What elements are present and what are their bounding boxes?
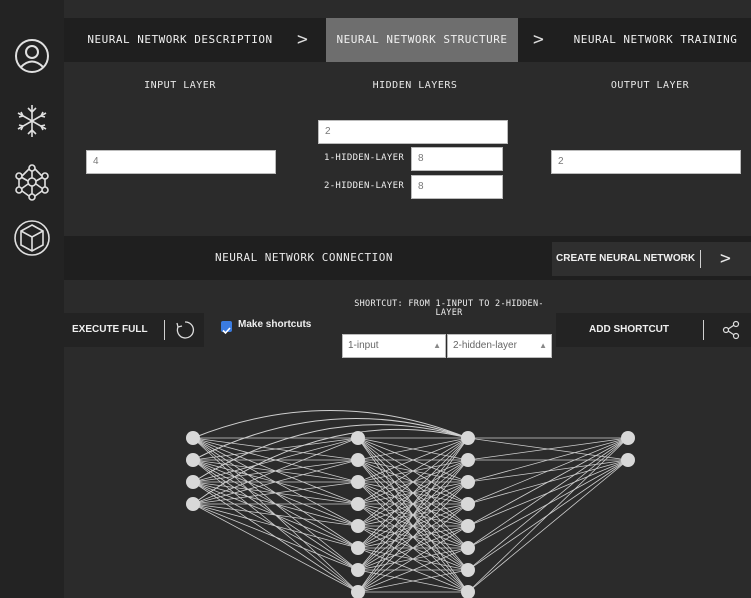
make-shortcuts-checkbox[interactable] (221, 321, 232, 335)
edge (192, 503, 359, 593)
shortcut-edge (192, 418, 469, 461)
create-network-button[interactable]: CREATE NEURAL NETWORK > (552, 242, 751, 276)
node (186, 475, 200, 489)
hidden-layer-count-field[interactable]: 2 (318, 120, 508, 144)
snowflake-icon[interactable] (12, 101, 52, 141)
hidden-layers-header: HIDDEN LAYERS (372, 80, 458, 91)
step-description[interactable]: NEURAL NETWORK DESCRIPTION (64, 18, 296, 62)
shortcut-to-select[interactable]: 2-hidden-layer ▲ (447, 334, 552, 358)
edge (467, 437, 629, 527)
create-divider (700, 250, 701, 268)
edge (467, 437, 629, 549)
execute-full-button[interactable]: EXECUTE FULL (64, 313, 204, 347)
node (621, 431, 635, 445)
shortcut-from-value: 1-input (348, 340, 379, 351)
step-arrow-1: > (297, 29, 308, 50)
node (351, 453, 365, 467)
hidden2-size-field[interactable]: 8 (411, 175, 503, 199)
node (351, 475, 365, 489)
edge (192, 503, 359, 571)
input-layer-header: INPUT LAYER (144, 80, 216, 91)
edge (467, 437, 629, 505)
user-icon[interactable] (12, 36, 52, 76)
node (351, 563, 365, 577)
select-arrows-icon: ▲ (433, 341, 441, 350)
connection-bar: NEURAL NETWORK CONNECTION CREATE NEURAL … (64, 236, 751, 280)
node (461, 541, 475, 555)
node (186, 453, 200, 467)
shortcut-from-select[interactable]: 1-input ▲ (342, 334, 446, 358)
node (351, 519, 365, 533)
step-navigation: NEURAL NETWORK DESCRIPTION > NEURAL NETW… (64, 18, 751, 62)
node (461, 497, 475, 511)
execute-divider (164, 320, 165, 340)
network-diagram (186, 410, 635, 598)
node (461, 519, 475, 533)
node (351, 497, 365, 511)
shortcut-edge (192, 410, 469, 439)
hidden1-size-field[interactable]: 8 (411, 147, 503, 171)
check-icon (222, 327, 231, 335)
share-icon (722, 320, 740, 340)
node (621, 453, 635, 467)
refresh-icon (176, 321, 195, 339)
hidden1-label: 1-HIDDEN-LAYER (324, 153, 405, 163)
edge (467, 437, 629, 593)
sidebar (0, 0, 64, 598)
input-layer-size-field[interactable]: 4 (86, 150, 276, 174)
add-shortcut-label: ADD SHORTCUT (589, 324, 669, 335)
output-layer-size-field[interactable]: 2 (551, 150, 741, 174)
make-shortcuts-label: Make shortcuts (238, 319, 312, 330)
node (186, 497, 200, 511)
execute-full-label: EXECUTE FULL (72, 324, 148, 335)
chevron-right-icon: > (720, 248, 731, 269)
add-shortcut-divider (703, 320, 704, 340)
add-shortcut-button[interactable]: ADD SHORTCUT (556, 313, 751, 347)
step-arrow-2: > (533, 29, 544, 50)
network-edges (192, 437, 629, 593)
edge (192, 503, 359, 549)
node (461, 475, 475, 489)
create-network-label: CREATE NEURAL NETWORK (556, 253, 696, 264)
cube-icon[interactable] (12, 218, 52, 258)
node (461, 431, 475, 445)
node (351, 431, 365, 445)
select-arrows-icon: ▲ (539, 341, 547, 350)
shortcut-to-value: 2-hidden-layer (453, 340, 517, 351)
node (461, 563, 475, 577)
node (461, 453, 475, 467)
connection-title: NEURAL NETWORK CONNECTION (214, 251, 394, 264)
shortcut-title: SHORTCUT: FROM 1-INPUT TO 2-HIDDEN-LAYER (354, 299, 544, 318)
output-layer-header: OUTPUT LAYER (610, 80, 690, 91)
node (186, 431, 200, 445)
edge (467, 437, 629, 571)
step-training[interactable]: NEURAL NETWORK TRAINING (560, 18, 751, 62)
node (351, 541, 365, 555)
edge (192, 503, 359, 527)
edge (467, 459, 629, 593)
step-structure[interactable]: NEURAL NETWORK STRUCTURE (326, 18, 518, 62)
network-icon[interactable] (12, 162, 52, 202)
hidden2-label: 2-HIDDEN-LAYER (324, 181, 405, 191)
